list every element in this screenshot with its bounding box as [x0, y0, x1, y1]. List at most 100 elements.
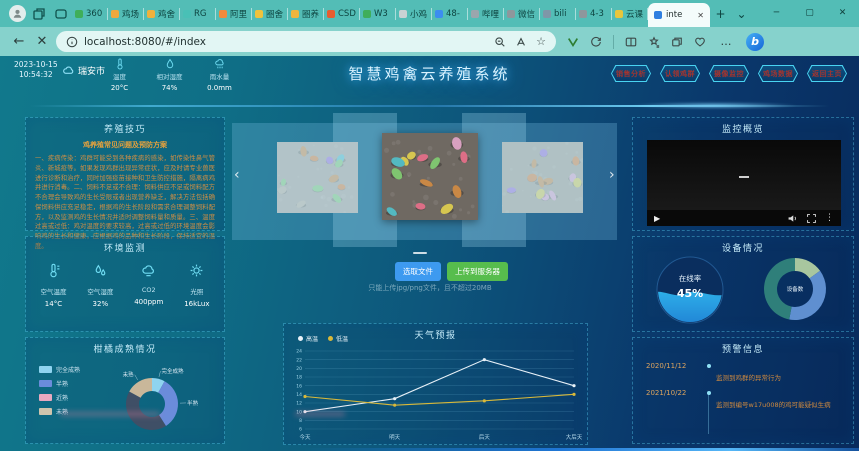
tab-actions-icon[interactable] — [50, 0, 72, 27]
browser-tab[interactable]: 4-3 — [576, 0, 611, 27]
legend-item[interactable]: 高温 — [298, 334, 318, 343]
browser-tab[interactable]: 小鸡 — [396, 0, 431, 27]
svg-text:完全成熟: 完全成熟 — [161, 367, 184, 375]
nav-button-1[interactable]: 销售分析 — [611, 65, 651, 82]
upload-button[interactable]: 上传到服务器 — [447, 262, 508, 281]
env-stat: 空气温度14°C — [40, 263, 66, 308]
alert-text: 监测到编号w17u008的鸡可能疑似生病 — [716, 389, 845, 410]
select-file-button[interactable]: 选取文件 — [395, 262, 441, 281]
legend-swatch — [39, 394, 52, 401]
browser-tab[interactable]: 阿里 — [216, 0, 251, 27]
browser-tab[interactable]: CSD — [324, 0, 359, 27]
toolbar-separator — [613, 35, 614, 49]
tab-groups-icon[interactable] — [671, 36, 683, 48]
tab-favicon-icon — [579, 10, 587, 18]
legend-label: 完全成熟 — [56, 365, 80, 374]
svg-text:在线率: 在线率 — [679, 273, 702, 283]
minimize-button[interactable]: ─ — [760, 0, 793, 27]
ripeness-donut-chart: 完全成熟半熟未熟 — [90, 354, 224, 444]
volume-icon[interactable] — [787, 213, 798, 224]
browser-tab[interactable]: 云课 — [612, 0, 647, 27]
tab-close-icon[interactable]: ✕ — [697, 11, 704, 20]
more-options-icon[interactable]: … — [717, 35, 735, 48]
browser-tab[interactable]: 360 — [72, 0, 107, 27]
browser-tab[interactable]: 圈舍 — [252, 0, 287, 27]
tab-favicon-icon — [219, 10, 227, 18]
svg-text:未熟: 未熟 — [123, 371, 135, 379]
tab-favicon-icon — [615, 10, 623, 18]
refresh-ring-icon[interactable] — [590, 36, 602, 48]
collections-icon[interactable] — [648, 36, 660, 48]
legend-item[interactable]: 近熟 — [39, 393, 80, 402]
panel-alerts: 预警信息 2020/11/12监测到鸡群的异常行为2021/10/22监测到编号… — [632, 337, 854, 444]
favorite-star-icon[interactable]: ☆ — [536, 35, 546, 48]
svg-text:6: 6 — [299, 427, 302, 433]
browser-tab[interactable]: 48- — [432, 0, 467, 27]
carousel-slide-next[interactable] — [502, 142, 583, 213]
new-tab-button[interactable]: + — [710, 7, 731, 21]
carousel-prev-icon[interactable]: ‹ — [234, 168, 240, 182]
fullscreen-icon[interactable] — [806, 213, 817, 224]
browser-tab[interactable]: bili — [540, 0, 575, 27]
tab-label: 微信 — [518, 8, 535, 20]
maximize-button[interactable]: ▢ — [793, 0, 826, 27]
browser-tab[interactable]: W3 — [360, 0, 395, 27]
video-menu-icon[interactable]: ⋮ — [825, 213, 834, 223]
window-controls: ─ ▢ ✕ — [760, 0, 859, 27]
bing-copilot-icon[interactable]: b — [746, 33, 764, 51]
close-button[interactable]: ✕ — [826, 0, 859, 27]
nav-button-2[interactable]: 认领鸡群 — [660, 65, 700, 82]
read-aloud-icon[interactable] — [515, 36, 527, 48]
play-icon[interactable]: ▶ — [654, 214, 660, 223]
back-icon[interactable]: ← — [10, 34, 28, 49]
tab-list-chevron-icon[interactable]: ⌄ — [731, 7, 752, 21]
profile-avatar[interactable] — [6, 0, 28, 27]
workspaces-icon[interactable] — [28, 0, 50, 27]
browser-essentials-icon[interactable] — [694, 36, 706, 48]
browser-tab[interactable]: 微信 — [504, 0, 539, 27]
slide-overlay — [277, 142, 358, 213]
env-stat-label: 光照 — [190, 286, 203, 296]
env-stats: 空气温度14°C空气湿度32%CO2400ppm光照16kLux — [26, 263, 224, 308]
legend-item[interactable]: 半熟 — [39, 379, 80, 388]
panel-title: 养殖技巧 — [26, 118, 224, 135]
legend-item[interactable]: 完全成熟 — [39, 365, 80, 374]
legend-dot-icon — [328, 336, 333, 341]
alert-item: 2021/10/22监测到编号w17u008的鸡可能疑似生病 — [633, 389, 845, 410]
tab-favicon-icon — [471, 10, 479, 18]
url-text: localhost:8080/#/index — [84, 36, 206, 48]
browser-tab[interactable]: 哔哩 — [468, 0, 503, 27]
tab-favicon-icon — [327, 10, 335, 18]
video-player[interactable]: ▶ ⋮ — [647, 140, 841, 226]
active-tab[interactable]: inte ✕ — [648, 3, 710, 27]
tab-favicon-icon — [147, 10, 155, 18]
light-icon — [189, 263, 204, 278]
carousel-indicator[interactable] — [413, 252, 427, 254]
legend-item[interactable]: 低温 — [328, 334, 348, 343]
carousel-slide-prev[interactable] — [277, 142, 358, 213]
tab-label: bili — [554, 9, 566, 19]
browser-tab[interactable]: 圈养 — [288, 0, 323, 27]
tab-label: 阿里 — [230, 8, 247, 20]
browser-tab[interactable]: RG — [180, 0, 215, 27]
zoom-icon[interactable] — [494, 36, 506, 48]
tab-label: 小鸡 — [410, 8, 427, 20]
carousel-slide-current[interactable] — [382, 133, 478, 220]
alert-list: 2020/11/12监测到鸡群的异常行为2021/10/22监测到编号w17u0… — [633, 362, 845, 416]
nav-button-5[interactable]: 返回主页 — [807, 65, 847, 82]
video-loading-indicator — [739, 176, 749, 178]
nav-button-4[interactable]: 鸡场数据 — [758, 65, 798, 82]
browser-tab[interactable]: 鸡场 — [108, 0, 143, 27]
browser-tab[interactable]: 鸡舍 — [144, 0, 179, 27]
stop-icon[interactable]: ✕ — [33, 34, 51, 49]
address-input[interactable]: localhost:8080/#/index ☆ — [56, 31, 556, 52]
svg-text:明天: 明天 — [389, 434, 401, 441]
split-screen-icon[interactable] — [625, 36, 637, 48]
tab-label: RG — [194, 9, 207, 19]
site-info-icon[interactable] — [66, 36, 78, 48]
svg-text:18: 18 — [296, 375, 302, 381]
extension-icon[interactable] — [567, 36, 579, 48]
carousel-next-icon[interactable]: › — [609, 168, 615, 182]
nav-button-3[interactable]: 摄像监控 — [709, 65, 749, 82]
dashboard: 2023-10-15 10:54:32 瑞安市 温度20°C相对湿度74%雨水量… — [0, 56, 859, 451]
